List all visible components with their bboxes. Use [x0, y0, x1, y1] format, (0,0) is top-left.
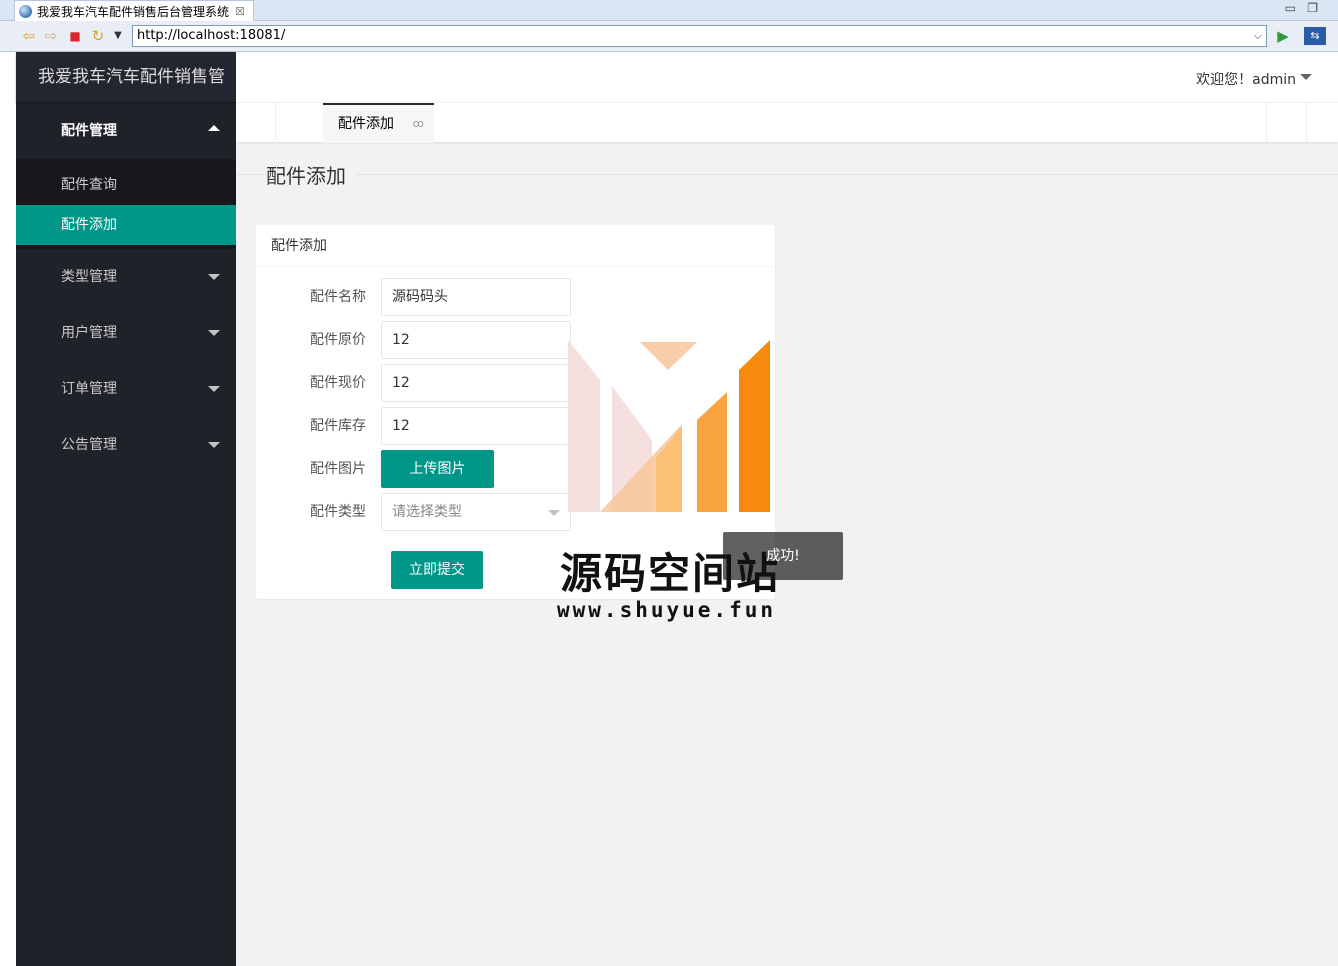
refresh-icon[interactable]: ↻: [89, 27, 107, 45]
sidebar-item-label: 订单管理: [61, 381, 117, 397]
browser-tab-bar: 我爱我车汽车配件销售后台管理系统 ☒ ▭ ❐: [0, 0, 1338, 21]
browser-nav-bar: ⇦ ⇨ ■ ↻ ▼ http://localhost:18081/ ⌵ ▶ ⇆: [0, 21, 1338, 52]
type-select[interactable]: 请选择类型: [381, 493, 571, 531]
url-text: http://localhost:18081/: [137, 28, 286, 43]
caret-down-icon: [208, 274, 220, 280]
watermark-shape: [739, 340, 770, 512]
watermark-shape: [640, 342, 697, 370]
card-title: 配件添加: [256, 225, 775, 267]
part-name-input[interactable]: 源码码头: [381, 278, 571, 316]
browser-tab-title: 我爱我车汽车配件销售后台管理系统: [37, 4, 230, 19]
close-icon[interactable]: ꝏ: [413, 105, 424, 143]
top-header: 欢迎您！admin: [236, 52, 1338, 102]
globe-icon: [19, 4, 32, 18]
watermark-shape: [697, 392, 727, 512]
caret-down-icon: [208, 386, 220, 392]
sidebar-item-notices[interactable]: 公告管理: [16, 417, 236, 473]
divider: [236, 174, 1338, 175]
chevron-down-icon[interactable]: ⌵: [1254, 26, 1262, 46]
app-logo: 我爱我车汽车配件销售管: [16, 52, 236, 102]
stop-icon[interactable]: ■: [66, 27, 84, 45]
type-select-placeholder: 请选择类型: [392, 504, 462, 520]
sidebar-item-users[interactable]: 用户管理: [16, 305, 236, 361]
tabs-scroll-left[interactable]: [236, 103, 276, 143]
field-label: 配件类型: [310, 504, 366, 520]
sidebar-subitem-parts-query[interactable]: 配件查询: [16, 165, 236, 205]
watermark-logo: [568, 340, 770, 512]
go-icon[interactable]: ▶: [1274, 27, 1292, 45]
browser-tab[interactable]: 我爱我车汽车配件销售后台管理系统 ☒: [14, 0, 254, 21]
upload-image-button[interactable]: 上传图片: [381, 450, 494, 488]
tab-parts-add[interactable]: 配件添加 ꝏ: [323, 103, 434, 143]
sidebar-subitem-parts-add[interactable]: 配件添加: [16, 205, 236, 245]
sidebar-item-label: 公告管理: [61, 437, 117, 453]
original-price-input[interactable]: 12: [381, 321, 571, 359]
form-row-name: 配件名称 源码码头: [256, 278, 775, 316]
caret-down-icon: [208, 330, 220, 336]
back-icon[interactable]: ⇦: [20, 27, 38, 45]
field-label: 配件库存: [310, 418, 366, 434]
browser-icon[interactable]: ⇆: [1304, 27, 1326, 45]
submit-button[interactable]: 立即提交: [391, 551, 483, 589]
sidebar-submenu-parts: 配件查询 配件添加: [16, 159, 236, 249]
sidebar-item-orders[interactable]: 订单管理: [16, 361, 236, 417]
main-content: 配件添加 配件添加 配件名称 源码码头 配件原价 12 配件现价 12 配件库存…: [236, 142, 1338, 966]
field-label: 配件现价: [310, 375, 366, 391]
caret-down-icon: [208, 442, 220, 448]
watermark-title: 源码空间站: [560, 549, 781, 598]
watermark-url: www.shuyue.fun: [557, 598, 777, 622]
sidebar-item-label: 类型管理: [61, 269, 117, 285]
field-label: 配件原价: [310, 332, 366, 348]
tab-label: 配件添加: [338, 116, 394, 132]
field-label: 配件名称: [310, 289, 366, 305]
tabs-menu[interactable]: [1306, 103, 1338, 143]
sidebar-item-label: 配件管理: [61, 123, 117, 139]
user-menu[interactable]: 欢迎您！admin: [1196, 69, 1296, 89]
stock-input[interactable]: 12: [381, 407, 571, 445]
current-price-input[interactable]: 12: [381, 364, 571, 402]
field-label: 配件图片: [310, 461, 366, 477]
forward-icon[interactable]: ⇨: [42, 27, 60, 45]
page-tabs-bar: 配件添加 ꝏ: [236, 102, 1338, 143]
sidebar-item-types[interactable]: 类型管理: [16, 249, 236, 305]
page-title: 配件添加: [266, 160, 356, 189]
url-input[interactable]: http://localhost:18081/ ⌵: [132, 25, 1267, 47]
chevron-down-icon[interactable]: ▼: [109, 27, 127, 45]
sidebar: 我爱我车汽车配件销售管 配件管理 配件查询 配件添加 类型管理 用户管理 订单管…: [16, 52, 236, 966]
sidebar-item-label: 用户管理: [61, 325, 117, 341]
close-icon[interactable]: ☒: [235, 5, 245, 18]
minimize-icon[interactable]: ▭: [1285, 1, 1296, 15]
maximize-icon[interactable]: ❐: [1307, 1, 1318, 15]
sidebar-item-parts[interactable]: 配件管理: [16, 103, 236, 159]
tabs-scroll-right[interactable]: [1266, 103, 1306, 143]
caret-up-icon: [208, 125, 220, 131]
watermark-shape: [568, 340, 600, 512]
caret-down-icon[interactable]: [1300, 74, 1312, 80]
